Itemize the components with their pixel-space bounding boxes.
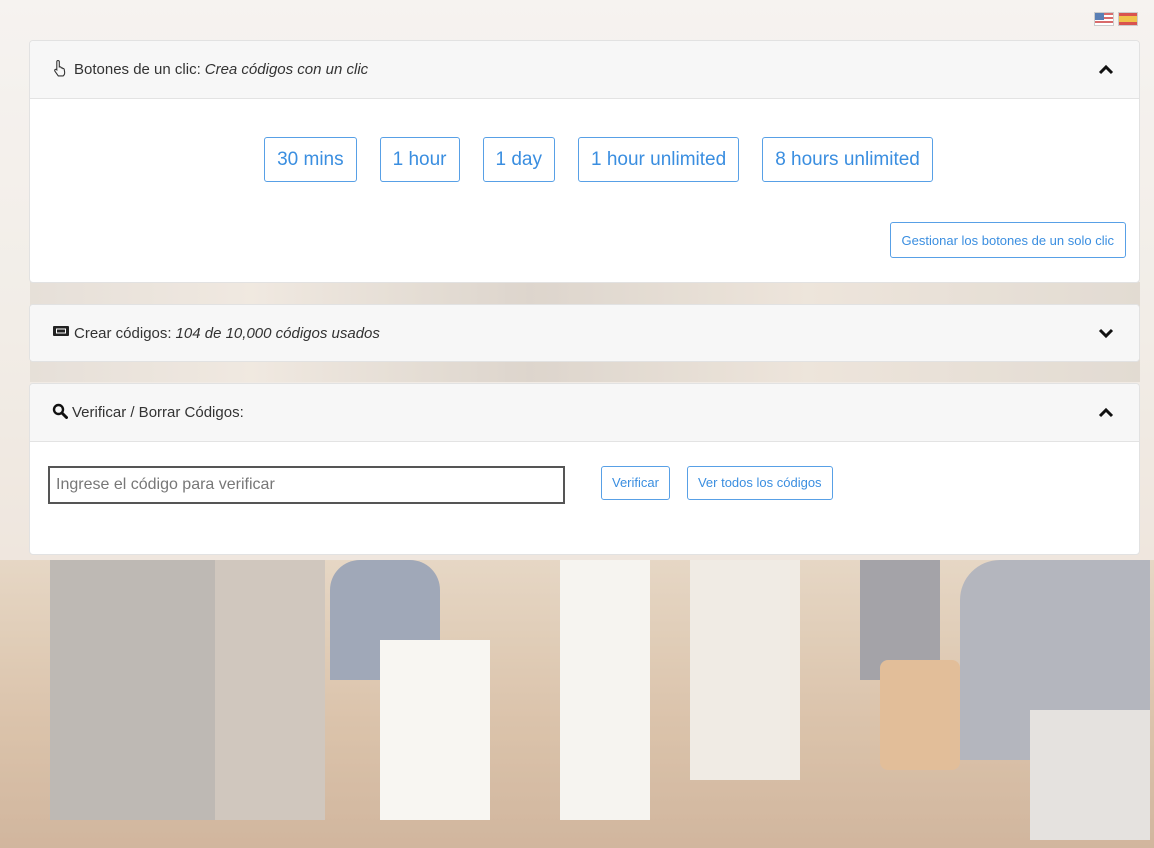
verify-row: Verificar Ver todos los códigos — [30, 442, 1139, 504]
one-click-button-row: 30 mins 1 hour 1 day 1 hour unlimited 8 … — [30, 137, 1139, 182]
code-search-input[interactable] — [48, 466, 565, 504]
one-click-title: Botones de un clic: — [74, 61, 201, 78]
pointer-hand-icon — [52, 59, 70, 81]
codes-usage-text: 104 de 10,000 códigos usados — [175, 324, 380, 342]
one-click-button-8-hours-unlimited[interactable]: 8 hours unlimited — [762, 137, 933, 182]
one-click-button-1-hour[interactable]: 1 hour — [379, 137, 460, 182]
one-click-header[interactable]: Botones de un clic: Crea códigos con un … — [30, 41, 1139, 99]
language-switcher — [1094, 12, 1138, 26]
chevron-up-icon[interactable] — [1095, 59, 1117, 81]
one-click-button-30-mins[interactable]: 30 mins — [264, 137, 357, 182]
us-flag-icon[interactable] — [1094, 12, 1114, 26]
spain-flag-icon[interactable] — [1118, 12, 1138, 26]
view-all-codes-button[interactable]: Ver todos los códigos — [686, 465, 833, 500]
chevron-down-icon[interactable] — [1095, 322, 1117, 344]
one-click-button-1-day[interactable]: 1 day — [482, 137, 555, 182]
ticket-icon — [52, 324, 70, 342]
one-click-panel: Botones de un clic: Crea códigos con un … — [29, 40, 1140, 283]
create-codes-header[interactable]: Crear códigos: 104 de 10,000 códigos usa… — [30, 305, 1139, 361]
verify-button[interactable]: Verificar — [601, 465, 670, 500]
one-click-subtitle: Crea códigos con un clic — [204, 61, 369, 78]
create-codes-title: Crear códigos: — [74, 324, 172, 342]
create-codes-panel: Crear códigos: 104 de 10,000 códigos usa… — [29, 304, 1140, 362]
verify-codes-header[interactable]: Verificar / Borrar Códigos: — [30, 384, 1139, 442]
search-icon — [52, 403, 68, 423]
chevron-up-icon[interactable] — [1095, 402, 1117, 424]
verify-codes-title: Verificar / Borrar Códigos: — [72, 404, 244, 421]
verify-codes-panel: Verificar / Borrar Códigos: Verificar Ve… — [29, 383, 1140, 555]
one-click-button-1-hour-unlimited[interactable]: 1 hour unlimited — [577, 137, 740, 182]
manage-one-click-buttons-button[interactable]: Gestionar los botones de un solo clic — [889, 222, 1126, 258]
